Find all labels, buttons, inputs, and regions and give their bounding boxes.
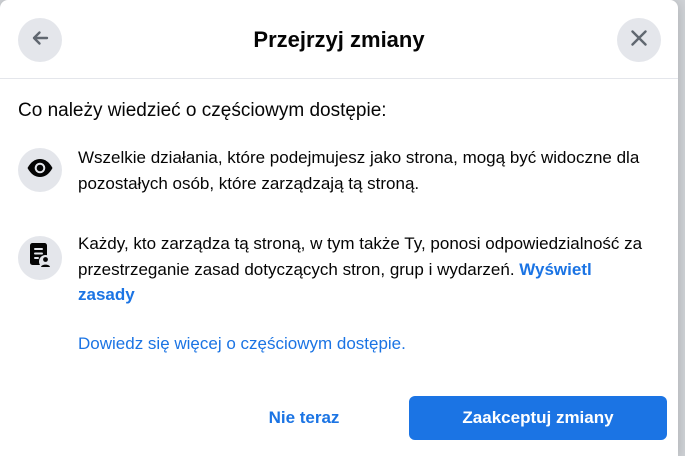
eye-icon-container [18,148,62,192]
review-changes-dialog: Przejrzyj zmiany Co należy wiedzieć o cz… [0,0,678,456]
backdrop-edge [678,0,685,456]
info-item-text-with-link: Każdy, kto zarządza tą stroną, w tym tak… [78,231,648,308]
section-heading: Co należy wiedzieć o częściowym dostępie… [18,100,387,121]
policy-icon-container [18,236,62,280]
learn-more-link[interactable]: Dowiedz się więcej o częściowym dostępie… [78,334,406,354]
policy-document-icon [28,242,52,275]
dialog-header: Przejrzyj zmiany [0,0,678,79]
eye-icon [26,158,54,183]
dialog-title: Przejrzyj zmiany [253,27,425,52]
not-now-button[interactable]: Nie teraz [236,396,372,440]
close-icon [629,28,649,53]
info-item-responsibility: Każdy, kto zarządza tą stroną, w tym tak… [18,231,648,308]
close-button[interactable] [617,18,661,62]
accept-changes-button[interactable]: Zaakceptuj zmiany [409,396,667,440]
info-item-text: Wszelkie działania, które podejmujesz ja… [78,148,640,193]
info-item-visibility: Wszelkie działania, które podejmujesz ja… [18,145,648,196]
